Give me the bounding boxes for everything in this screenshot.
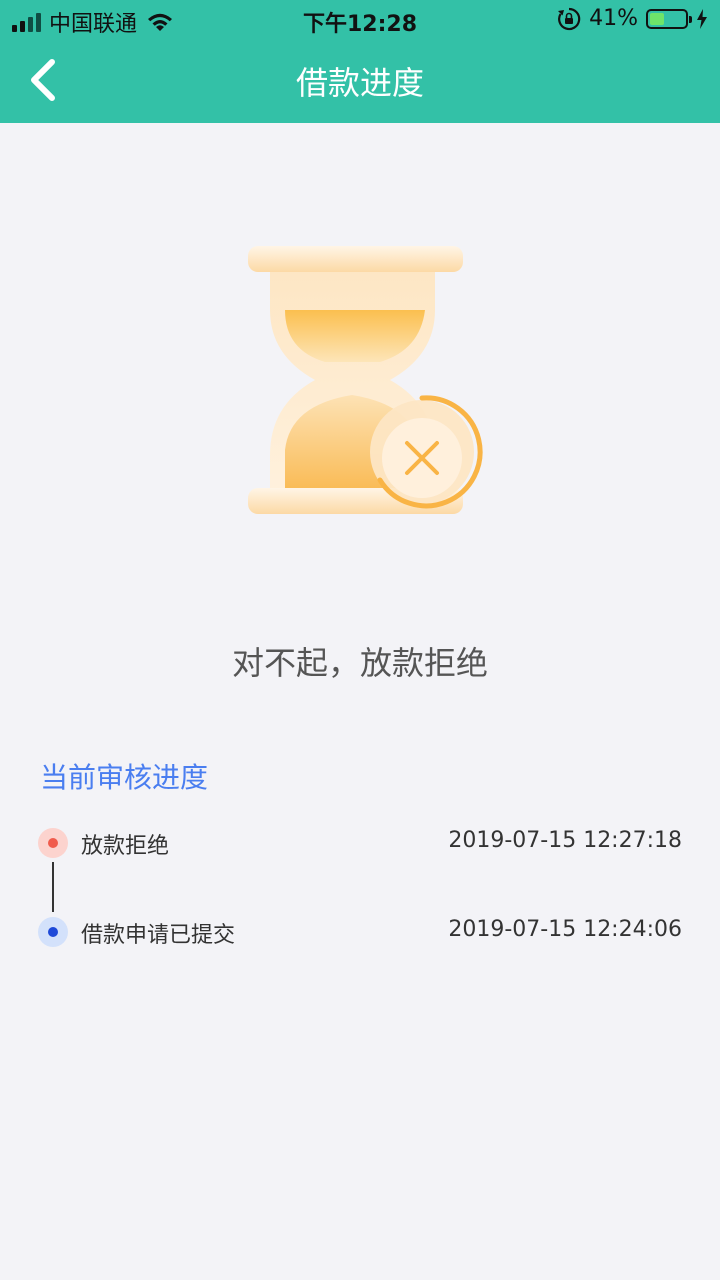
status-bar: 中国联通 下午12:28 41% — [0, 0, 720, 40]
status-dot-blue-icon — [38, 917, 68, 947]
timeline-item-time: 2019-07-15 12:24:06 — [448, 917, 682, 942]
charging-icon — [697, 8, 707, 29]
timeline-connector — [52, 862, 54, 912]
timeline-item-submitted: 借款申请已提交 2019-07-15 12:24:06 — [38, 913, 682, 953]
status-dot-red-icon — [38, 828, 68, 858]
timeline-item-time: 2019-07-15 12:27:18 — [448, 828, 682, 853]
timeline-item-label: 借款申请已提交 — [81, 923, 236, 948]
status-right: 41% — [557, 6, 708, 31]
rotation-lock-icon — [558, 7, 581, 30]
nav-bar: 借款进度 — [0, 40, 720, 123]
result-message: 对不起，放款拒绝 — [231, 644, 488, 682]
timeline-item-label: 放款拒绝 — [81, 834, 170, 859]
battery-fill — [650, 12, 664, 25]
battery-percent: 41% — [589, 6, 638, 31]
page-title: 借款进度 — [295, 64, 424, 102]
hourglass-rejected-icon — [240, 240, 490, 530]
progress-section-title: 当前审核进度 — [40, 761, 209, 794]
battery-icon — [646, 8, 692, 29]
timeline-item-rejected: 放款拒绝 2019-07-15 12:27:18 — [38, 824, 682, 864]
